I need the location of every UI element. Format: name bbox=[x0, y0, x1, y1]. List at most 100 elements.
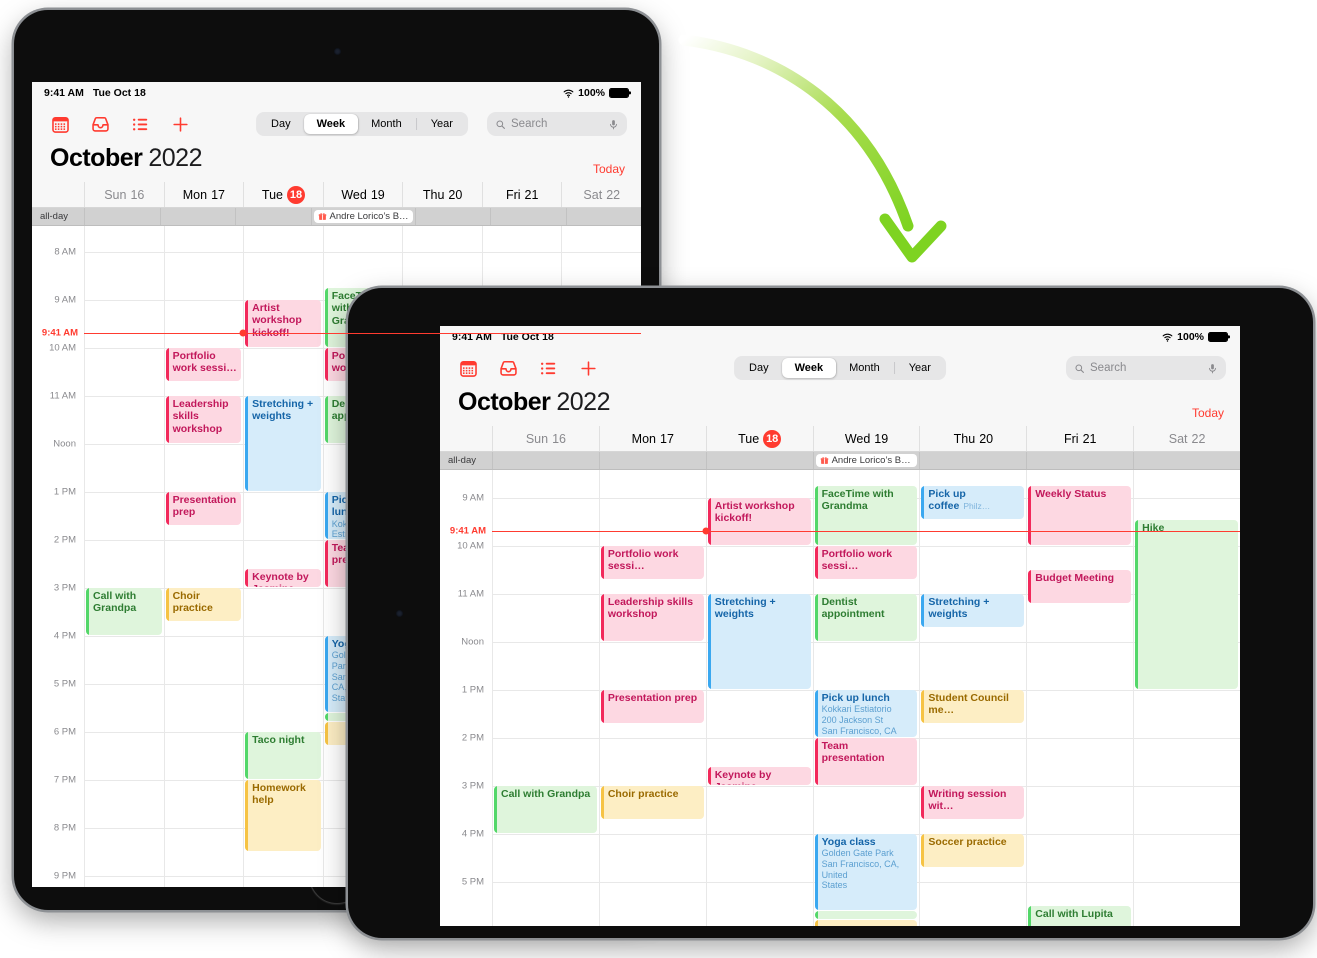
tab-day[interactable]: Day bbox=[258, 114, 304, 134]
calendar-event[interactable]: Portfolio work sessi… bbox=[600, 546, 704, 579]
add-icon[interactable] bbox=[578, 358, 598, 378]
calendar-event[interactable]: Call with Lupita bbox=[1028, 906, 1132, 926]
calendar-event[interactable]: Dentist appointment bbox=[814, 594, 918, 641]
calendar-event[interactable]: Homework help bbox=[245, 780, 321, 851]
all-day-event[interactable]: Andre Lorico’s B… bbox=[815, 454, 918, 467]
all-day-cell[interactable] bbox=[84, 208, 160, 225]
day-header-sun[interactable]: Sun 16 bbox=[492, 426, 599, 451]
inbox-icon[interactable] bbox=[498, 358, 518, 378]
calendar-event[interactable]: Call with Grandpa bbox=[86, 588, 162, 635]
calendar-event[interactable]: Artist workshop kickoff! bbox=[707, 498, 811, 545]
search-input[interactable]: Search bbox=[487, 112, 627, 136]
calendar-event[interactable]: Artist workshop kickoff! bbox=[245, 300, 321, 347]
calendar-icon[interactable] bbox=[50, 114, 70, 134]
calendar-event[interactable]: Stretching + weights bbox=[245, 396, 321, 491]
day-header-thu[interactable]: Thu 20 bbox=[919, 426, 1026, 451]
calendar-event[interactable]: Keynote by Jasmine bbox=[245, 568, 321, 587]
all-day-cell[interactable] bbox=[492, 452, 599, 469]
microphone-icon[interactable] bbox=[1207, 363, 1218, 374]
tab-week[interactable]: Week bbox=[303, 114, 359, 134]
all-day-event[interactable]: Andre Lorico’s B… bbox=[313, 210, 413, 223]
calendar-event[interactable]: Leadership skills workshop bbox=[165, 396, 242, 443]
calendar-event[interactable]: Portfolio work sessi… bbox=[814, 546, 918, 579]
calendar-event[interactable]: Leadership skills workshop bbox=[600, 594, 704, 641]
all-day-cell[interactable] bbox=[598, 452, 706, 469]
day-header-tue[interactable]: Tue 18 bbox=[705, 426, 813, 451]
calendar-event[interactable]: Call with Grandpa bbox=[494, 786, 597, 833]
day-header-mon[interactable]: Mon 17 bbox=[598, 426, 706, 451]
calendar-event[interactable]: Pick up coffeePhilz… bbox=[921, 486, 1025, 519]
all-day-cell[interactable]: Andre Lorico’s B… bbox=[310, 208, 415, 225]
day-header-sat[interactable]: Sat 22 bbox=[561, 182, 641, 207]
calendar-event[interactable]: Presentation prep bbox=[165, 492, 242, 525]
event-color-bar bbox=[245, 568, 249, 587]
calendar-event[interactable]: Choir practice bbox=[600, 786, 704, 819]
view-segmented-control[interactable]: Day Week Month Year bbox=[734, 356, 946, 380]
all-day-cell[interactable] bbox=[1026, 452, 1133, 469]
calendar-event[interactable]: Stretching + weights bbox=[707, 594, 811, 689]
day-header-mon[interactable]: Mon 17 bbox=[163, 182, 244, 207]
calendar-grid[interactable]: 9 AM 10 AM 11 AM Noon 1 PM 2 PM 3 PM 4 PM 5 PM Ar… bbox=[440, 470, 1240, 926]
calendar-event[interactable]: Soccer practice bbox=[921, 834, 1025, 867]
day-header-fri[interactable]: Fri 21 bbox=[481, 182, 562, 207]
list-icon[interactable] bbox=[130, 114, 150, 134]
calendar-event[interactable]: Writing session wit… bbox=[921, 786, 1025, 819]
calendar-event[interactable] bbox=[814, 920, 918, 926]
all-day-cell[interactable] bbox=[1133, 452, 1240, 469]
day-header-thu[interactable]: Thu 20 bbox=[402, 182, 482, 207]
calendar-event[interactable]: Weekly Status bbox=[1028, 486, 1132, 545]
all-day-cell[interactable] bbox=[414, 208, 491, 225]
day-header-fri[interactable]: Fri 21 bbox=[1026, 426, 1133, 451]
calendar-event[interactable]: Budget Meeting bbox=[1028, 570, 1132, 603]
today-button[interactable]: Today bbox=[1192, 406, 1224, 420]
calendar-icon[interactable] bbox=[458, 358, 478, 378]
all-day-cell[interactable]: Andre Lorico’s B… bbox=[812, 452, 920, 469]
tab-week[interactable]: Week bbox=[781, 358, 837, 378]
day-header-sun[interactable]: Sun 16 bbox=[84, 182, 164, 207]
day-header-wed[interactable]: Wed 19 bbox=[322, 182, 403, 207]
front-camera-front bbox=[396, 610, 403, 617]
event-color-bar bbox=[165, 588, 169, 621]
all-day-cell[interactable] bbox=[159, 208, 236, 225]
tab-month[interactable]: Month bbox=[358, 114, 415, 134]
all-day-cell[interactable] bbox=[490, 208, 566, 225]
all-day-cell[interactable] bbox=[565, 208, 641, 225]
tab-day[interactable]: Day bbox=[736, 358, 782, 378]
day-header-tue[interactable]: Tue 18 bbox=[243, 182, 323, 207]
all-day-cell[interactable] bbox=[705, 452, 813, 469]
event-title: Call with Grandpa bbox=[501, 788, 591, 800]
calendar-event[interactable]: FaceTime with Grandma bbox=[814, 486, 918, 545]
list-icon[interactable] bbox=[538, 358, 558, 378]
all-day-cell[interactable] bbox=[235, 208, 311, 225]
day-header-sat[interactable]: Sat 22 bbox=[1133, 426, 1240, 451]
search-input[interactable]: Search bbox=[1066, 356, 1226, 380]
calendar-event[interactable]: Pick up lunchKokkari Estiatorio200 Jacks… bbox=[814, 690, 918, 737]
event-title: Choir practice bbox=[172, 590, 213, 615]
view-segmented-control[interactable]: Day Week Month Year bbox=[256, 112, 468, 136]
calendar-event[interactable]: Choir practice bbox=[165, 588, 242, 621]
calendar-event[interactable]: Student Council me… bbox=[921, 690, 1025, 723]
weekday-header: Sun 16 Mon 17 Tue 18 Wed 19 Thu 20 Fri 21 Sat 22 bbox=[440, 426, 1240, 452]
add-icon[interactable] bbox=[170, 114, 190, 134]
calendar-event[interactable]: Portfolio work sessi… bbox=[165, 348, 242, 381]
status-bar: 9:41 AM Tue Oct 18 100% bbox=[440, 326, 1240, 348]
inbox-icon[interactable] bbox=[90, 114, 110, 134]
day-header-wed[interactable]: Wed 19 bbox=[812, 426, 920, 451]
calendar-event[interactable]: Yoga classGolden Gate ParkSan Francisco,… bbox=[814, 834, 918, 910]
hour-label: Noon bbox=[461, 636, 484, 648]
calendar-event[interactable]: Presentation prep bbox=[600, 690, 704, 723]
search-placeholder: Search bbox=[1090, 362, 1127, 374]
microphone-icon[interactable] bbox=[608, 119, 619, 130]
tab-month[interactable]: Month bbox=[836, 358, 893, 378]
hour-label: 4 PM bbox=[461, 828, 484, 840]
calendar-event[interactable]: Taco night bbox=[245, 732, 321, 779]
all-day-cell[interactable] bbox=[919, 452, 1026, 469]
tab-year[interactable]: Year bbox=[418, 114, 466, 134]
calendar-event[interactable]: Stretching + weights bbox=[921, 594, 1025, 627]
tab-year[interactable]: Year bbox=[896, 358, 944, 378]
calendar-event[interactable]: Team presentation bbox=[814, 738, 918, 785]
today-button[interactable]: Today bbox=[593, 162, 625, 176]
calendar-event[interactable]: Keynote by Jasmine bbox=[707, 766, 811, 785]
calendar-event[interactable] bbox=[814, 910, 918, 920]
calendar-event[interactable]: Hike bbox=[1135, 519, 1238, 689]
